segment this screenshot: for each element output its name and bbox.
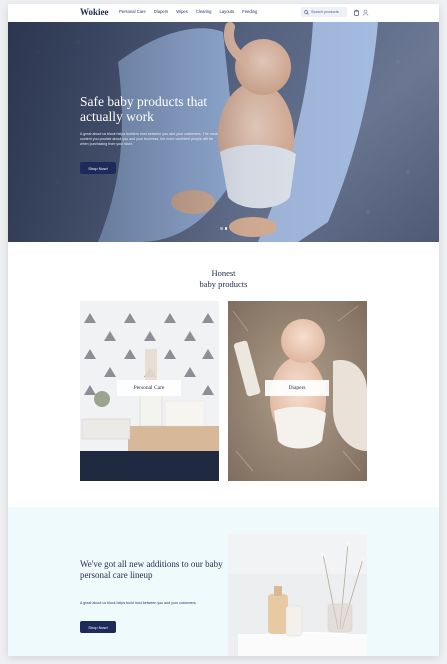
carousel-dots: [220, 227, 227, 230]
carousel-dot-1[interactable]: [220, 227, 223, 230]
page-frame: Wokiee Personal Care Diapers Wipes Clear…: [8, 4, 439, 656]
main-nav: Personal Care Diapers Wipes Clearing Lay…: [119, 9, 257, 14]
nav-wipes[interactable]: Wipes: [176, 9, 188, 14]
search-placeholder: Search products: [311, 10, 339, 14]
additions-shop-button[interactable]: Shop Now!: [80, 621, 116, 633]
card-label-personal-care[interactable]: Personal Care: [117, 380, 181, 396]
search-box[interactable]: Search products: [301, 7, 347, 17]
hero-title: Safe baby products that actually work: [80, 94, 208, 124]
nav-clearing[interactable]: Clearing: [196, 9, 212, 14]
additions-title: We've got all new additions to our baby …: [80, 559, 223, 580]
card-label-diapers[interactable]: Diapers: [265, 380, 329, 396]
skincare-products-photo: [228, 534, 367, 656]
hero-banner: Safe baby products that actually work A …: [8, 22, 439, 242]
nav-feeding[interactable]: Feeding: [242, 9, 257, 14]
hero-shop-button[interactable]: Shop Now!: [80, 162, 116, 174]
nav-diapers[interactable]: Diapers: [154, 9, 168, 14]
search-icon: [304, 9, 309, 15]
products-title-line2: baby products: [199, 279, 248, 289]
nav-layouts[interactable]: Layouts: [219, 9, 234, 14]
site-header: Wokiee Personal Care Diapers Wipes Clear…: [8, 4, 439, 22]
carousel-dot-2[interactable]: [224, 227, 227, 230]
logo[interactable]: Wokiee: [80, 7, 109, 17]
product-card-personal-care[interactable]: Personal Care: [80, 301, 219, 481]
user-icon[interactable]: [362, 9, 369, 16]
additions-section: We've got all new additions to our baby …: [8, 507, 439, 656]
nav-personal-care[interactable]: Personal Care: [119, 9, 146, 14]
product-card-diapers[interactable]: Diapers: [228, 301, 367, 481]
hero-description: A great about us block helps builders tr…: [80, 132, 218, 146]
additions-description: A great about us block helps build trust…: [80, 601, 197, 605]
additions-photo: [228, 534, 367, 656]
cart-icon[interactable]: [353, 9, 360, 16]
hero-photo: [8, 22, 439, 242]
